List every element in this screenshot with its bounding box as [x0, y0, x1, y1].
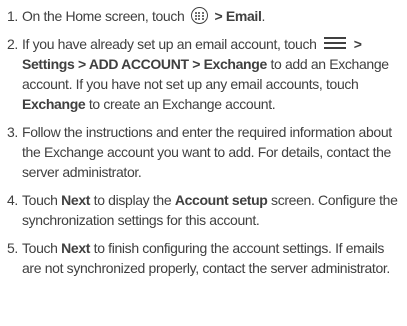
step-text: Touch: [22, 240, 58, 256]
step-number: 5.: [7, 240, 18, 256]
step-3: 3. Follow the instructions and enter the …: [7, 122, 403, 182]
step-4: 4. Touch Next to display the Account setu…: [7, 190, 403, 230]
step-text: If you have already set up an email acco…: [22, 36, 317, 52]
step-text: .: [261, 8, 266, 24]
step-1: 1. On the Home screen, touch > Email.: [7, 6, 403, 26]
next-label: Next: [61, 240, 91, 256]
instructions-list: 1. On the Home screen, touch > Email. 2. I…: [7, 6, 403, 278]
step-5: 5. Touch Next to finish configuring the a…: [7, 238, 403, 278]
step-2: 2. If you have already set up an email ac…: [7, 34, 403, 114]
menu-option: Exchange: [22, 96, 86, 112]
next-label: Next: [61, 192, 91, 208]
step-text: to create an Exchange account.: [88, 96, 276, 112]
step-number: 2.: [7, 36, 18, 52]
step-number: 1.: [7, 8, 18, 24]
step-text: On the Home screen, touch: [22, 8, 185, 24]
menu-path: > Email: [214, 8, 262, 24]
step-text: to display the: [93, 192, 172, 208]
apps-icon: [191, 7, 208, 24]
step-text: Follow the instructions and enter the re…: [22, 124, 392, 180]
step-text: Touch: [22, 192, 58, 208]
menu-icon: [324, 37, 347, 49]
step-number: 3.: [7, 124, 18, 140]
step-number: 4.: [7, 192, 18, 208]
screen-name: Account setup: [174, 192, 268, 208]
